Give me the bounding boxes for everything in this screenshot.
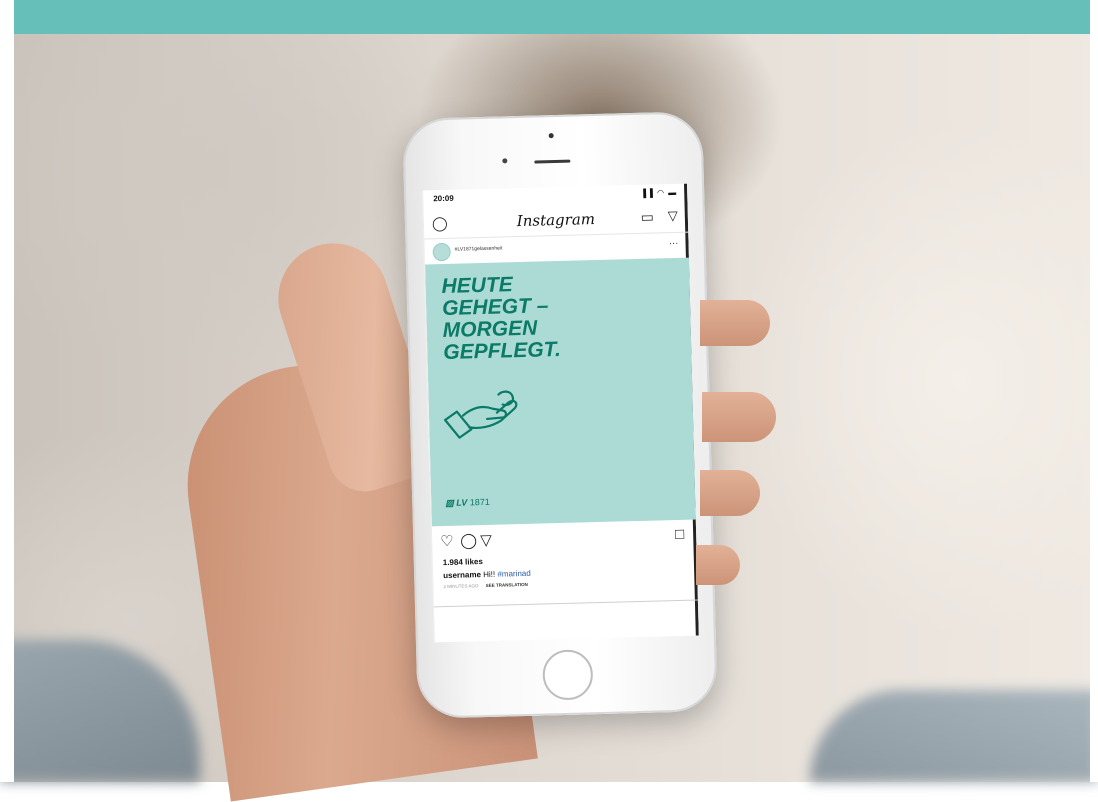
right-white-border: [1090, 0, 1098, 782]
caption-username[interactable]: username: [443, 570, 481, 580]
caption-text: Hi!!: [483, 569, 496, 580]
post-image[interactable]: HEUTE GEHEGT – MORGEN GEPFLEGT. ▧ LV 187…: [425, 257, 696, 527]
earpiece-speaker: [534, 159, 571, 164]
front-camera: [548, 133, 554, 139]
post-meta: 2 MINUTES AGO SEE TRANSLATION: [443, 582, 528, 589]
brand-year: 1871: [469, 496, 490, 508]
post-account-name[interactable]: #LV1871gelassenheit: [455, 245, 503, 252]
headline-line-4: GEPFLEGT.: [443, 337, 562, 365]
status-icons: ▐▐ ◠ ▬: [640, 187, 678, 198]
post-actions: ♡ ◯ ▽ □: [432, 523, 697, 554]
igtv-icon[interactable]: ▭: [640, 208, 654, 225]
home-button[interactable]: [542, 649, 594, 701]
finger-ring: [700, 470, 760, 516]
jeans-right: [810, 690, 1098, 782]
caption-hashtag[interactable]: #marinad: [497, 569, 531, 579]
bookmark-icon[interactable]: □: [675, 526, 685, 543]
finger-index: [700, 300, 770, 346]
comment-icon[interactable]: ◯: [460, 531, 477, 549]
screen-divider: [433, 599, 698, 608]
more-options-icon[interactable]: …: [668, 236, 678, 247]
finger-middle: [702, 392, 776, 442]
status-time: 20:09: [433, 193, 454, 204]
brand-mark-icon: ▧: [445, 497, 454, 509]
share-icon[interactable]: ▽: [480, 531, 492, 549]
smartphone: 20:09 ▐▐ ◠ ▬ ◯ Instagram ▭ ▽ #LV1871gela…: [402, 111, 718, 719]
brand-name: LV: [456, 497, 468, 508]
post-timestamp: 2 MINUTES AGO: [443, 583, 479, 590]
brand-logo: ▧ LV 1871: [445, 497, 490, 509]
phone-screen: 20:09 ▐▐ ◠ ▬ ◯ Instagram ▭ ▽ #LV1871gela…: [422, 183, 699, 643]
left-white-border: [0, 0, 14, 782]
paper-plane-icon[interactable]: ▽: [668, 208, 678, 224]
avatar[interactable]: [432, 242, 451, 262]
see-translation-link[interactable]: SEE TRANSLATION: [486, 582, 528, 588]
teal-header-bar: [0, 0, 1098, 34]
likes-count[interactable]: 1.984 likes: [443, 557, 483, 567]
heart-icon[interactable]: ♡: [440, 532, 454, 550]
finger-little: [696, 545, 740, 585]
post-headline: HEUTE GEHEGT – MORGEN GEPFLEGT.: [441, 270, 673, 364]
post-caption: username Hi!! #marinad: [443, 569, 531, 580]
proximity-sensor: [502, 158, 508, 164]
caring-hand-icon: [443, 390, 518, 439]
